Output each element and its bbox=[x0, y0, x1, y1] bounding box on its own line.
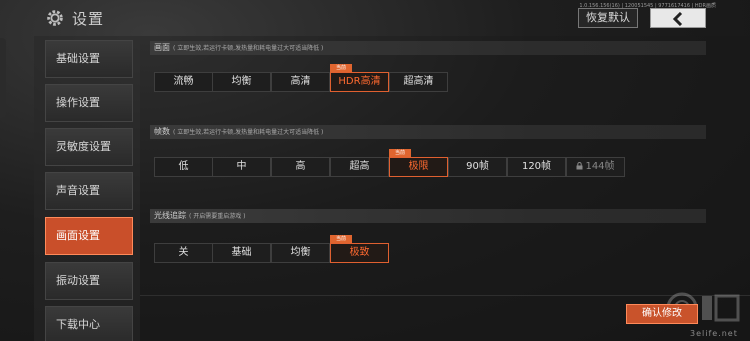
quality-option-hdr[interactable]: HDR高清 bbox=[330, 72, 389, 92]
section-title: 画面 bbox=[154, 43, 170, 52]
sidebar-item-downloads[interactable]: 下载中心 bbox=[45, 306, 133, 341]
section-title: 帧数 bbox=[154, 127, 170, 136]
fps-option-ultra[interactable]: 超高 bbox=[330, 157, 389, 177]
section-header-raytracing: 光线追踪( 开启需要重启游戏 ) bbox=[150, 209, 706, 223]
sidebar-item-vibration[interactable]: 振动设置 bbox=[45, 262, 133, 300]
quality-option-ultra[interactable]: 超高清 bbox=[389, 72, 448, 92]
fps-option-low[interactable]: 低 bbox=[154, 157, 213, 177]
confirm-changes-button[interactable]: 确认修改 bbox=[626, 304, 698, 324]
section-note: ( 立即生效,若运行卡顿,发热量和耗电量过大可适当降低 ) bbox=[173, 45, 324, 52]
chevron-left-icon bbox=[672, 12, 683, 26]
top-bar: 设置 1.0.156.156(16) | 120051545 | 9771617… bbox=[0, 0, 750, 36]
fps-option-medium[interactable]: 中 bbox=[212, 157, 271, 177]
fps-option-90[interactable]: 90帧 bbox=[448, 157, 507, 177]
fps-option-144-label: 144帧 bbox=[585, 161, 615, 172]
back-button[interactable] bbox=[650, 8, 706, 28]
footer-divider bbox=[140, 295, 750, 296]
fps-option-120[interactable]: 120帧 bbox=[507, 157, 566, 177]
sidebar-item-controls[interactable]: 操作设置 bbox=[45, 84, 133, 122]
section-header-quality: 画面( 立即生效,若运行卡顿,发热量和耗电量过大可适当降低 ) bbox=[150, 41, 706, 55]
watermark-text: 3elife.net bbox=[690, 329, 738, 338]
raytracing-option-balanced[interactable]: 均衡 bbox=[271, 243, 330, 263]
section-note: ( 立即生效,若运行卡顿,发热量和耗电量过大可适当降低 ) bbox=[173, 129, 324, 136]
section-note: ( 开启需要重启游戏 ) bbox=[189, 213, 246, 220]
fps-option-144-locked: 144帧 bbox=[566, 157, 625, 177]
sidebar-item-sound[interactable]: 声音设置 bbox=[45, 172, 133, 210]
raytracing-option-off[interactable]: 关 bbox=[154, 243, 213, 263]
current-badge: 当前 bbox=[389, 149, 411, 157]
fps-option-extreme[interactable]: 极限 bbox=[389, 157, 448, 177]
raytracing-option-basic[interactable]: 基础 bbox=[212, 243, 271, 263]
quality-option-balanced[interactable]: 均衡 bbox=[212, 72, 271, 92]
gear-icon bbox=[47, 10, 63, 26]
lock-icon bbox=[576, 162, 583, 170]
page-title: 设置 bbox=[72, 10, 105, 28]
quality-option-hd[interactable]: 高清 bbox=[271, 72, 330, 92]
raytracing-option-max[interactable]: 极致 bbox=[330, 243, 389, 263]
fps-option-high[interactable]: 高 bbox=[271, 157, 330, 177]
reset-defaults-button[interactable]: 恢复默认 bbox=[578, 8, 638, 28]
side-handle bbox=[0, 38, 6, 118]
quality-option-smooth[interactable]: 流畅 bbox=[154, 72, 213, 92]
sidebar-item-sensitivity[interactable]: 灵敏度设置 bbox=[45, 128, 133, 166]
section-title: 光线追踪 bbox=[154, 211, 186, 220]
sidebar-item-graphics[interactable]: 画面设置 bbox=[45, 217, 133, 255]
section-header-fps: 帧数( 立即生效,若运行卡顿,发热量和耗电量过大可适当降低 ) bbox=[150, 125, 706, 139]
current-badge: 当前 bbox=[330, 235, 352, 243]
sidebar-item-basic[interactable]: 基础设置 bbox=[45, 40, 133, 78]
current-badge: 当前 bbox=[330, 64, 352, 72]
